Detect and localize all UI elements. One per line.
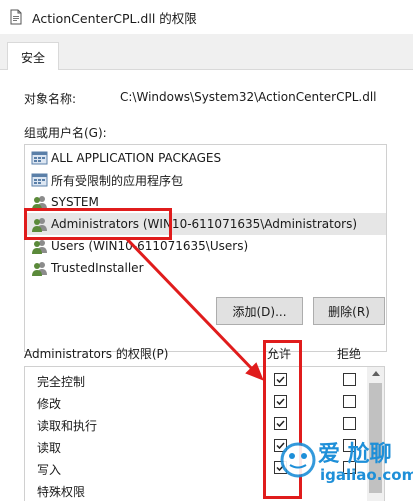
permission-name: 完全控制: [37, 375, 86, 389]
package-icon: [31, 173, 48, 186]
permission-name: 读取和执行: [37, 419, 98, 433]
users-icon: [32, 261, 47, 276]
list-item-label: TrustedInstaller: [51, 261, 144, 275]
permission-name: 写入: [37, 463, 62, 477]
list-item-label: Users (WIN10-611071635\Users): [51, 239, 249, 253]
add-button[interactable]: 添加(D)...: [216, 297, 303, 325]
permission-row: 完全控制: [25, 369, 365, 391]
deny-checkbox[interactable]: [343, 417, 356, 430]
permission-row: 修改: [25, 391, 365, 413]
list-item[interactable]: 所有受限制的应用程序包: [25, 169, 386, 191]
object-name-label: 对象名称:: [24, 92, 77, 106]
add-button-label: 添加(D)...: [232, 304, 287, 319]
permissions-title: Administrators 的权限(P): [24, 347, 169, 361]
file-icon: [10, 9, 22, 25]
title-bar: ActionCenterCPL.dll 的权限: [0, 0, 413, 34]
watermark: 爱 尬聊 igaliao.com: [276, 432, 413, 496]
permission-name: 读取: [37, 441, 62, 455]
remove-button[interactable]: 删除(R): [313, 297, 385, 325]
list-item-label: ALL APPLICATION PACKAGES: [51, 151, 222, 165]
watermark-url: igaliao.com: [320, 466, 413, 484]
tab-label: 安全: [20, 50, 45, 65]
list-item-label: 所有受限制的应用程序包: [51, 173, 184, 188]
tab-security[interactable]: 安全: [7, 42, 59, 71]
deny-checkbox[interactable]: [343, 373, 356, 386]
list-item-label: SYSTEM: [51, 195, 99, 209]
group-user-label: 组或用户名(G):: [24, 126, 107, 140]
permission-name: 特殊权限: [37, 485, 86, 499]
object-name-value: C:\Windows\System32\ActionCenterCPL.dll: [120, 90, 377, 104]
highlight-box-user: [24, 208, 172, 240]
permissions-header: Administrators 的权限(P) 允许 拒绝: [24, 345, 384, 365]
deny-column-label: 拒绝: [337, 347, 362, 361]
watermark-text: 爱 尬聊: [318, 442, 392, 467]
list-item[interactable]: TrustedInstaller: [25, 257, 386, 279]
tab-strip: 安全: [0, 34, 413, 71]
package-icon: [31, 151, 48, 164]
remove-button-label: 删除(R): [328, 304, 370, 319]
scroll-up-icon[interactable]: [372, 371, 380, 376]
users-icon: [32, 239, 47, 254]
permission-name: 修改: [37, 397, 62, 411]
object-name-row: 对象名称: C:\Windows\System32\ActionCenterCP…: [24, 90, 404, 107]
deny-checkbox[interactable]: [343, 395, 356, 408]
list-item[interactable]: ALL APPLICATION PACKAGES: [25, 147, 386, 169]
security-panel: 对象名称: C:\Windows\System32\ActionCenterCP…: [0, 70, 413, 501]
window-title: ActionCenterCPL.dll 的权限: [32, 10, 197, 26]
